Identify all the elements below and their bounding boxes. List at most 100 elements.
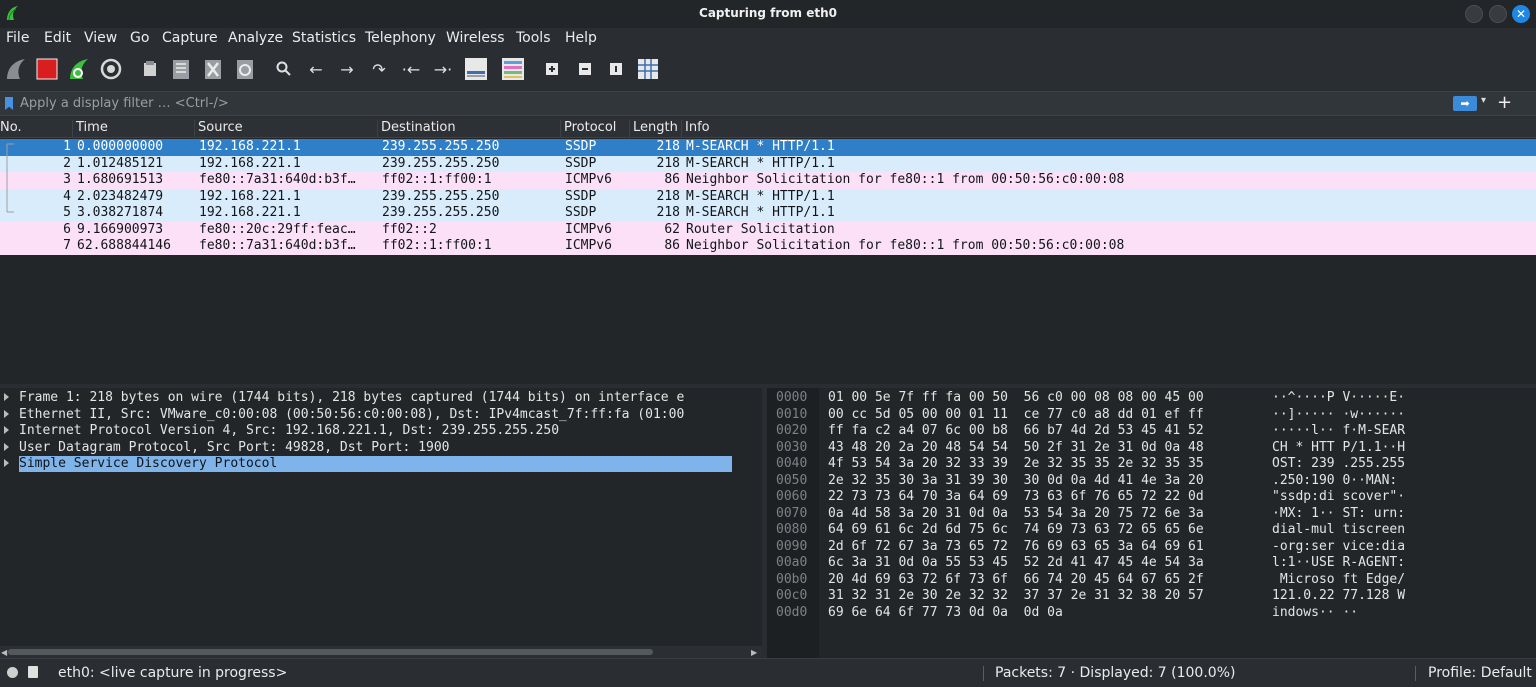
packet-row[interactable]: 4 2.023482479 192.168.221.1 239.255.255.250… xyxy=(0,188,1536,205)
bytes-row[interactable]: 0010 00 cc 5d 05 00 00 01 11 ce 77 c0 a8 … xyxy=(767,407,1536,424)
packet-row[interactable]: 5 3.038271874 192.168.221.1 239.255.255.250… xyxy=(0,205,1536,222)
scroll-left-arrow-icon[interactable]: ◀ xyxy=(1,648,7,657)
reload-file-icon[interactable] xyxy=(232,56,258,82)
packet-cell-info: Neighbor Solicitation for fe80::1 from 0… xyxy=(686,238,1125,253)
packet-row[interactable]: 2 1.012485121 192.168.221.1 239.255.255.250… xyxy=(0,155,1536,172)
detail-tree-item[interactable]: Simple Service Discovery Protocol xyxy=(0,456,762,473)
bytes-row[interactable]: 00a0 6c 3a 31 0d 0a 55 53 45 52 2d 41 47 … xyxy=(767,555,1536,572)
colorize-icon[interactable] xyxy=(500,56,526,82)
menu-capture[interactable]: Capture xyxy=(162,30,218,46)
bytes-ascii: .250:190 0··MAN: xyxy=(1272,472,1406,488)
menu-go[interactable]: Go xyxy=(130,30,149,46)
col-header-source[interactable]: Source xyxy=(194,120,243,138)
bytes-row[interactable]: 0050 2e 32 35 30 3a 31 39 30 30 0d 0a 4d … xyxy=(767,473,1536,490)
scrollbar-thumb[interactable] xyxy=(8,649,653,655)
restart-capture-icon[interactable] xyxy=(66,56,92,82)
capture-comment-icon[interactable] xyxy=(28,666,38,678)
menu-view[interactable]: View xyxy=(84,30,117,46)
packet-row[interactable]: 1 0.000000000 192.168.221.1 239.255.255.250… xyxy=(0,139,1536,156)
expand-arrow-icon[interactable] xyxy=(4,409,9,418)
bytes-row[interactable]: 00b0 20 4d 69 63 72 6f 73 6f 66 74 20 45 … xyxy=(767,572,1536,589)
packet-cell-time: 62.688844146 xyxy=(77,238,171,253)
bytes-ascii: CH * HTT P/1.1··H xyxy=(1272,439,1406,455)
expand-arrow-icon[interactable] xyxy=(4,426,9,434)
bytes-row[interactable]: 00d0 69 6e 64 6f 77 73 0d 0a 0d 0a indows·… xyxy=(767,605,1536,622)
menu-statistics[interactable]: Statistics xyxy=(292,30,356,46)
bytes-row[interactable]: 0090 2d 6f 72 67 3a 73 65 72 76 69 63 65 … xyxy=(767,539,1536,556)
go-to-packet-icon[interactable]: ↷ xyxy=(366,56,392,82)
menu-telephony[interactable]: Telephony xyxy=(365,30,436,46)
detail-tree-item[interactable]: Frame 1: 218 bytes on wire (1744 bits), … xyxy=(0,390,762,407)
bytes-row[interactable]: 0030 43 48 20 2a 20 48 54 54 50 2f 31 2e … xyxy=(767,440,1536,457)
bytes-row[interactable]: 0000 01 00 5e 7f ff fa 00 50 56 c0 00 08 … xyxy=(767,390,1536,407)
detail-tree-item[interactable]: Ethernet II, Src: VMware_c0:00:08 (00:50… xyxy=(0,407,762,424)
bytes-row[interactable]: 0070 0a 4d 58 3a 20 31 0d 0a 53 54 3a 20 … xyxy=(767,506,1536,523)
col-header-no[interactable]: No. xyxy=(0,120,22,138)
normal-size-icon[interactable] xyxy=(603,56,629,82)
col-header-info[interactable]: Info xyxy=(681,120,710,138)
stop-capture-icon[interactable] xyxy=(34,56,60,82)
capture-options-icon[interactable] xyxy=(98,56,124,82)
packet-cell-source: fe80::7a31:640d:b3f… xyxy=(199,172,356,187)
col-header-time[interactable]: Time xyxy=(72,120,108,138)
find-packet-icon[interactable] xyxy=(271,56,297,82)
col-header-length[interactable]: Length xyxy=(629,120,678,138)
bytes-row[interactable]: 0080 64 69 61 6c 2d 6d 75 6c 74 69 73 63 … xyxy=(767,522,1536,539)
menu-help[interactable]: Help xyxy=(565,30,597,46)
packet-row[interactable]: 7 62.688844146 fe80::7a31:640d:b3f… ff02::1… xyxy=(0,238,1536,255)
packet-list: No. Time Source Destination Protocol Len… xyxy=(0,118,1536,384)
bytes-row[interactable]: 0060 22 73 73 64 70 3a 64 69 73 63 6f 76 … xyxy=(767,489,1536,506)
col-header-protocol[interactable]: Protocol xyxy=(560,120,616,138)
packet-row[interactable]: 3 1.680691513 fe80::7a31:640d:b3f… ff02::1:… xyxy=(0,172,1536,189)
open-file-icon[interactable] xyxy=(137,56,163,82)
bytes-row[interactable]: 0020 ff fa c2 a4 07 6c 00 b8 66 b7 4d 2d … xyxy=(767,423,1536,440)
start-capture-icon[interactable] xyxy=(3,56,29,82)
bytes-row[interactable]: 0040 4f 53 54 3a 20 32 33 39 2e 32 35 35 … xyxy=(767,456,1536,473)
go-forward-icon[interactable]: → xyxy=(334,56,360,82)
add-filter-button-icon[interactable]: + xyxy=(1497,92,1512,113)
bytes-ascii: dial-mul tiscreen xyxy=(1272,522,1406,537)
go-back-icon[interactable]: ← xyxy=(303,56,329,82)
status-profile[interactable]: Profile: Default xyxy=(1428,665,1532,681)
menu-edit[interactable]: Edit xyxy=(44,30,71,46)
minimize-button[interactable] xyxy=(1465,5,1483,23)
autoscroll-icon[interactable] xyxy=(463,56,489,82)
maximize-button[interactable] xyxy=(1489,5,1507,23)
detail-tree-item[interactable]: Internet Protocol Version 4, Src: 192.16… xyxy=(0,423,762,440)
detail-tree-item[interactable]: User Datagram Protocol, Src Port: 49828,… xyxy=(0,440,762,457)
menu-analyze[interactable]: Analyze xyxy=(228,30,283,46)
menu-tools[interactable]: Tools xyxy=(516,30,551,46)
first-packet-icon[interactable]: ·← xyxy=(398,56,424,82)
filter-dropdown-icon[interactable]: ▾ xyxy=(1481,95,1486,106)
scroll-right-arrow-icon[interactable]: ▶ xyxy=(751,648,757,657)
menu-wireless[interactable]: Wireless xyxy=(446,30,505,46)
expert-info-icon[interactable] xyxy=(7,667,18,678)
details-horizontal-scrollbar[interactable]: ◀ ▶ xyxy=(0,646,762,658)
packet-cell-length: 218 xyxy=(656,139,680,154)
conversation-tree-lines xyxy=(6,143,14,213)
bytes-offset: 0050 xyxy=(776,472,808,488)
close-button[interactable]: ✕ xyxy=(1512,5,1530,23)
detail-tree-label: Simple Service Discovery Protocol xyxy=(19,456,733,472)
last-packet-icon[interactable]: →· xyxy=(430,56,456,82)
packet-row[interactable]: 6 9.166900973 fe80::20c:29ff:feac… ff02::2 I… xyxy=(0,221,1536,238)
bytes-row[interactable]: 00c0 31 32 31 2e 30 2e 32 32 37 37 2e 31 … xyxy=(767,588,1536,605)
apply-filter-arrow-icon[interactable]: ➡ xyxy=(1453,96,1477,111)
filter-bookmark-icon[interactable] xyxy=(5,97,13,110)
expand-arrow-icon[interactable] xyxy=(4,459,9,467)
expand-arrow-icon[interactable] xyxy=(4,393,9,401)
resize-columns-icon[interactable] xyxy=(635,56,661,82)
packet-cell-time: 0.000000000 xyxy=(77,139,164,154)
save-file-icon[interactable] xyxy=(168,56,194,82)
bytes-offset: 0040 xyxy=(776,456,808,471)
zoom-in-icon[interactable] xyxy=(539,56,565,82)
menu-file[interactable]: File xyxy=(6,30,29,46)
display-filter-input[interactable] xyxy=(20,94,1440,113)
bytes-ascii: ··^····P V·····E· xyxy=(1272,390,1406,405)
expand-arrow-icon[interactable] xyxy=(4,442,9,451)
packet-cell-time: 3.038271874 xyxy=(77,205,164,220)
zoom-out-icon[interactable] xyxy=(572,56,598,82)
close-file-icon[interactable] xyxy=(200,56,226,82)
col-header-destination[interactable]: Destination xyxy=(377,120,456,138)
packet-cell-no: 7 xyxy=(63,238,71,253)
